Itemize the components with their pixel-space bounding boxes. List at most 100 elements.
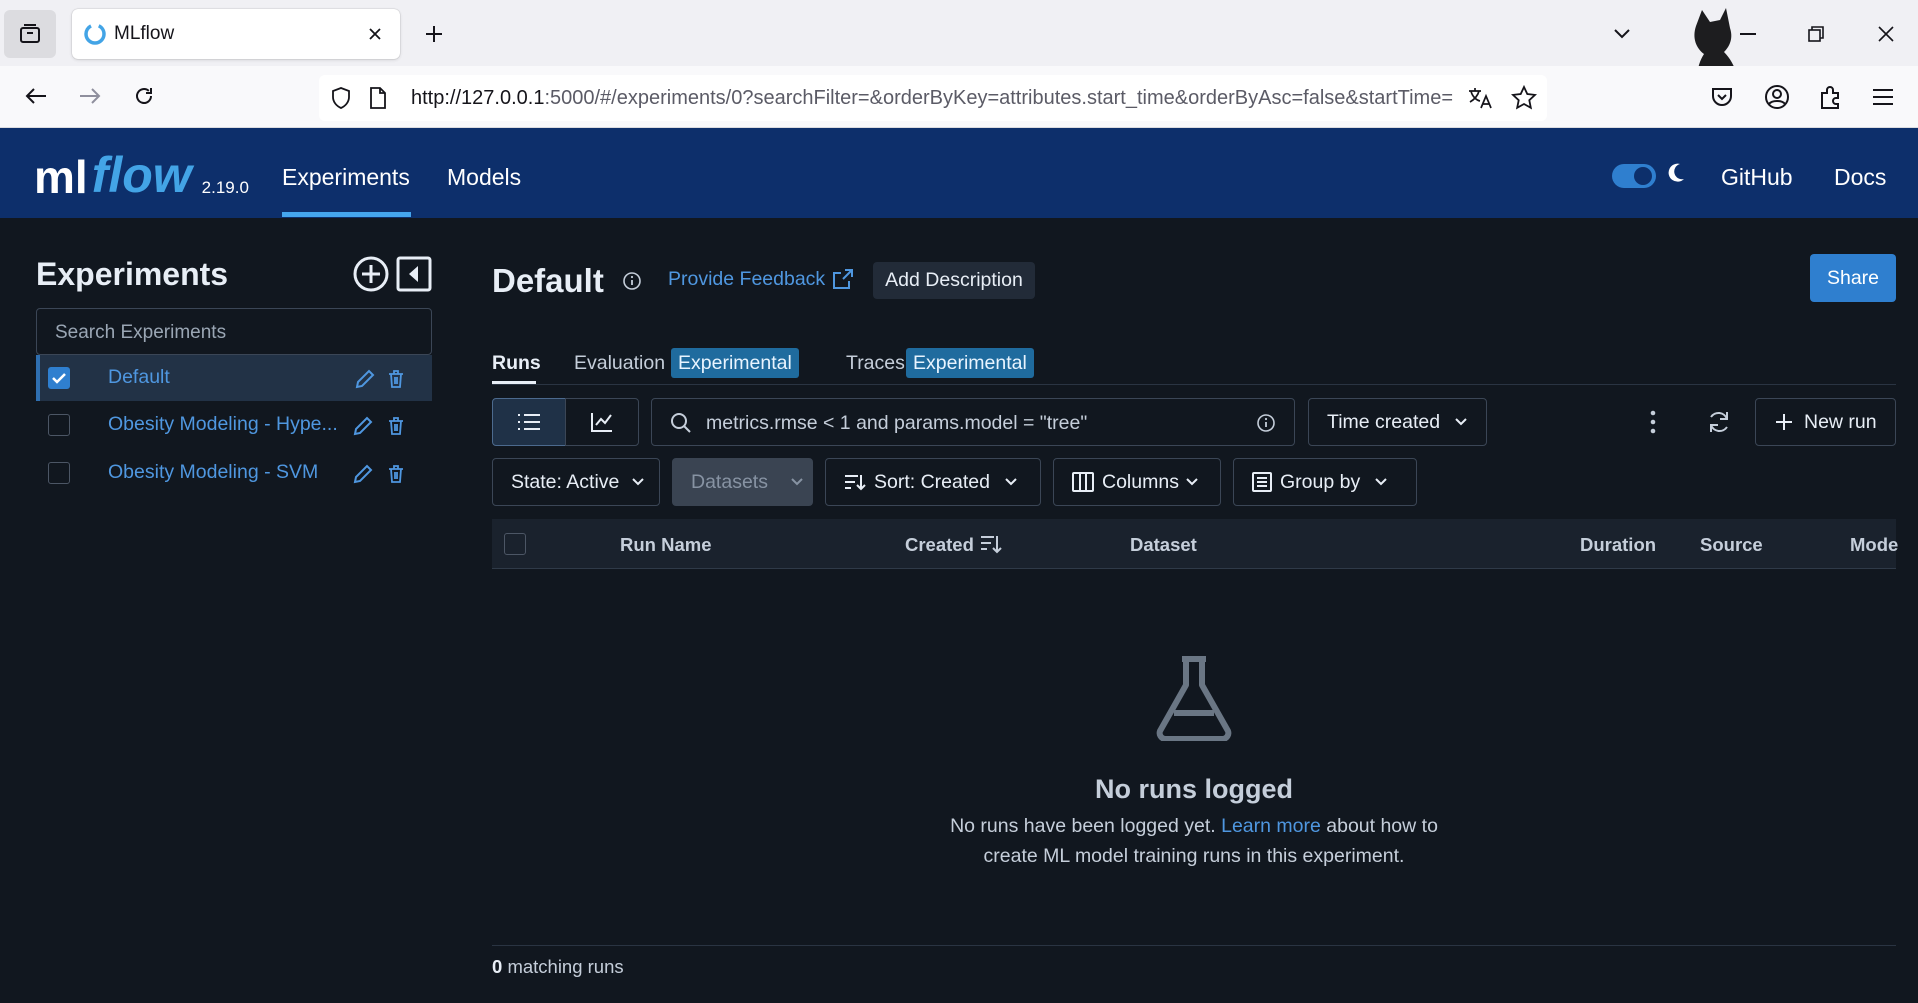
github-link[interactable]: GitHub bbox=[1721, 164, 1793, 191]
pocket-icon[interactable] bbox=[1710, 85, 1734, 109]
sort-label: Sort: Created bbox=[874, 470, 990, 493]
plus-icon bbox=[426, 26, 442, 42]
app-header: ml flow 2.19.0 Experiments Models GitHub… bbox=[0, 128, 1918, 218]
experiment-checkbox[interactable] bbox=[48, 367, 70, 389]
search-experiments-input[interactable]: Search Experiments bbox=[36, 308, 432, 355]
arrow-right-icon bbox=[80, 88, 101, 104]
mlflow-logo[interactable]: ml flow 2.19.0 bbox=[34, 140, 249, 200]
empty-state-title: No runs logged bbox=[1095, 774, 1293, 804]
tab-overview-button[interactable] bbox=[4, 10, 56, 58]
provide-feedback-link[interactable]: Provide Feedback bbox=[668, 268, 825, 291]
new-run-button[interactable]: New run bbox=[1755, 398, 1896, 446]
group-by-label: Group by bbox=[1280, 470, 1361, 493]
add-description-button[interactable]: Add Description bbox=[873, 262, 1035, 299]
run-filter-input[interactable]: metrics.rmse < 1 and params.model = "tre… bbox=[651, 398, 1295, 446]
edit-icon[interactable] bbox=[352, 463, 374, 485]
back-button[interactable] bbox=[16, 76, 56, 116]
chart-line-icon bbox=[591, 413, 612, 432]
info-icon[interactable] bbox=[622, 271, 642, 291]
trash-icon[interactable] bbox=[386, 369, 406, 389]
search-icon bbox=[671, 413, 691, 433]
chevron-down-icon bbox=[632, 478, 645, 486]
star-icon[interactable] bbox=[1511, 85, 1537, 111]
dark-mode-toggle[interactable] bbox=[1612, 164, 1656, 188]
minimize-button[interactable] bbox=[1730, 16, 1766, 52]
time-created-select[interactable]: Time created bbox=[1308, 398, 1487, 446]
browser-tab-bar: MLflow bbox=[0, 0, 1918, 116]
minimize-icon bbox=[1740, 33, 1756, 35]
info-icon[interactable] bbox=[1256, 413, 1276, 433]
sort-desc-icon[interactable] bbox=[980, 533, 1002, 555]
tab-runs[interactable]: Runs bbox=[492, 352, 541, 375]
column-source[interactable]: Source bbox=[1700, 534, 1763, 556]
column-dataset[interactable]: Dataset bbox=[1130, 534, 1197, 556]
matching-label: matching runs bbox=[507, 956, 624, 977]
experiment-name[interactable]: Obesity Modeling - SVM bbox=[108, 461, 318, 484]
experiment-row-obesity-svm[interactable]: Obesity Modeling - SVM bbox=[36, 450, 432, 496]
datasets-filter-label: Datasets bbox=[691, 470, 768, 493]
tab-traces[interactable]: Traces bbox=[846, 352, 905, 375]
group-by-select[interactable]: Group by bbox=[1233, 458, 1417, 506]
nav-active-indicator bbox=[282, 212, 411, 217]
experiment-row-default[interactable]: Default bbox=[36, 355, 432, 401]
new-tab-button[interactable] bbox=[418, 18, 450, 50]
url-bar[interactable]: http://127.0.0.1:5000/#/experiments/0?se… bbox=[319, 75, 1547, 121]
account-icon[interactable] bbox=[1764, 84, 1790, 110]
tab-close-button[interactable] bbox=[362, 21, 388, 47]
refresh-icon[interactable] bbox=[1706, 409, 1732, 435]
tab-list-button[interactable] bbox=[1604, 16, 1640, 52]
more-options-icon[interactable] bbox=[1648, 410, 1658, 434]
extensions-icon[interactable] bbox=[1818, 84, 1844, 110]
columns-select[interactable]: Columns bbox=[1053, 458, 1221, 506]
arrow-left-icon bbox=[25, 88, 46, 104]
chevron-down-icon bbox=[1186, 478, 1198, 486]
add-experiment-icon[interactable] bbox=[352, 255, 390, 293]
tab-title: MLflow bbox=[114, 23, 175, 44]
close-icon bbox=[369, 28, 381, 40]
logo-ml: ml bbox=[34, 151, 88, 203]
column-duration[interactable]: Duration bbox=[1580, 534, 1656, 556]
browser-tab-mlflow[interactable]: MLflow bbox=[72, 9, 400, 59]
menu-icon[interactable] bbox=[1872, 87, 1894, 107]
column-run-name[interactable]: Run Name bbox=[620, 534, 712, 556]
column-mode[interactable]: Mode bbox=[1850, 534, 1898, 556]
collapse-sidebar-icon[interactable] bbox=[396, 256, 432, 292]
empty-desc-part2: about how to bbox=[1326, 815, 1438, 837]
experimental-badge: Experimental bbox=[671, 348, 799, 378]
experiment-checkbox[interactable] bbox=[48, 462, 70, 484]
trash-icon[interactable] bbox=[386, 416, 406, 436]
new-run-label: New run bbox=[1804, 410, 1877, 433]
forward-button[interactable] bbox=[70, 76, 110, 116]
experiment-row-obesity-hype[interactable]: Obesity Modeling - Hype... bbox=[36, 402, 432, 448]
experiment-name[interactable]: Default bbox=[108, 366, 170, 389]
state-filter-select[interactable]: State: Active bbox=[492, 458, 660, 506]
chevron-down-icon bbox=[1614, 29, 1630, 39]
experiment-checkbox[interactable] bbox=[48, 414, 70, 436]
chart-view-button[interactable] bbox=[565, 398, 639, 446]
run-filter-text: metrics.rmse < 1 and params.model = "tre… bbox=[706, 412, 1088, 434]
edit-icon[interactable] bbox=[354, 368, 376, 390]
window-close-button[interactable] bbox=[1868, 16, 1904, 52]
tab-evaluation[interactable]: Evaluation bbox=[574, 352, 665, 375]
reload-button[interactable] bbox=[124, 76, 164, 116]
experiment-name[interactable]: Obesity Modeling - Hype... bbox=[108, 413, 338, 436]
share-button[interactable]: Share bbox=[1810, 254, 1896, 302]
beaker-icon bbox=[1156, 656, 1232, 741]
select-all-checkbox[interactable] bbox=[504, 533, 526, 555]
restore-button[interactable] bbox=[1798, 16, 1834, 52]
trash-icon[interactable] bbox=[386, 464, 406, 484]
learn-more-link[interactable]: Learn more bbox=[1221, 815, 1321, 837]
sort-select[interactable]: Sort: Created bbox=[825, 458, 1041, 506]
translate-icon[interactable] bbox=[1467, 86, 1493, 110]
list-view-button[interactable] bbox=[492, 398, 566, 446]
nav-experiments[interactable]: Experiments bbox=[282, 164, 410, 191]
nav-models[interactable]: Models bbox=[447, 164, 521, 191]
edit-icon[interactable] bbox=[352, 415, 374, 437]
external-link-icon[interactable] bbox=[832, 268, 854, 290]
docs-link[interactable]: Docs bbox=[1834, 164, 1886, 191]
check-icon bbox=[52, 373, 66, 384]
column-created[interactable]: Created bbox=[905, 534, 974, 556]
url-text[interactable]: http://127.0.0.1:5000/#/experiments/0?se… bbox=[411, 87, 1453, 110]
version-label: 2.19.0 bbox=[201, 178, 249, 197]
tabs-divider bbox=[492, 384, 1896, 385]
